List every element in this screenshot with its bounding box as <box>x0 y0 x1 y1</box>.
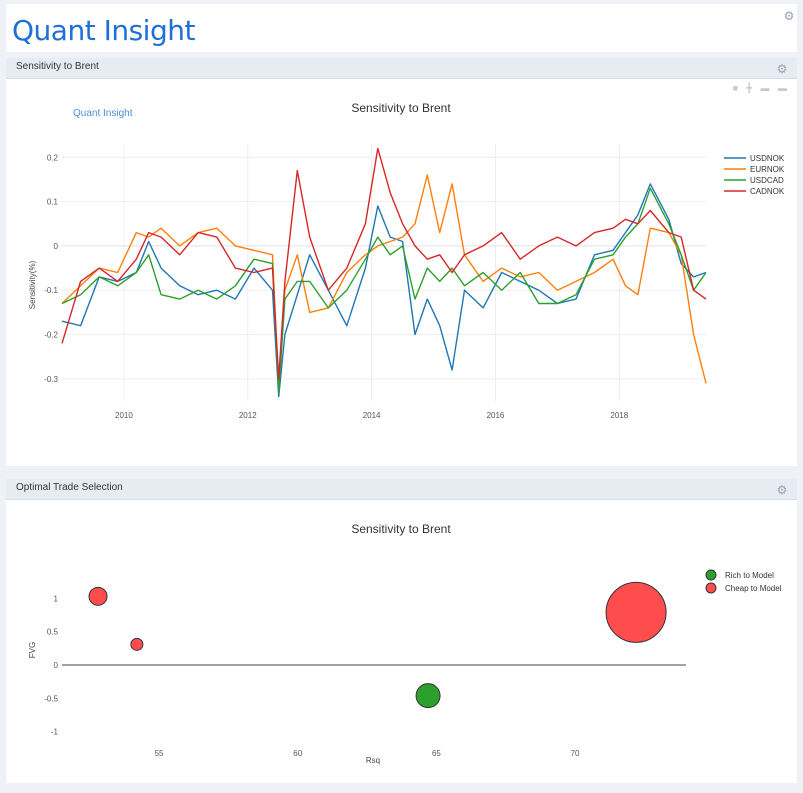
zoom-icon[interactable]: ╋ <box>747 83 752 93</box>
y-tick-label: -0.2 <box>44 331 58 340</box>
chart-title: Sensitivity to Brent <box>351 101 451 115</box>
legend-label: Rich to Model <box>725 571 774 580</box>
trade-bubble-chart: Sensitivity to Brent FVG Rsq 55 60 65 70 -1 -… <box>28 522 782 765</box>
y-axis-label: FVG <box>28 642 37 658</box>
panel-body: Sensitivity to Brent FVG Rsq 55 60 65 70 -1 -… <box>6 500 797 783</box>
chart-modebar: ■ ╋ ▬ ▬ <box>727 83 787 94</box>
bubble-cheap-to-model <box>605 581 667 643</box>
panel-body: ■ ╋ ▬ ▬ Quant Insight Sensitivity to Bre… <box>6 79 797 465</box>
camera-icon[interactable]: ■ <box>733 83 738 93</box>
y-tick-label: 0.2 <box>47 153 59 162</box>
legend-label: EURNOK <box>750 165 785 174</box>
y-axis-label: Sensitivity(%) <box>28 260 37 309</box>
y-tick-label: -0.3 <box>44 375 58 384</box>
bubble-cheap-to-model <box>130 637 144 651</box>
panel-title: Sensitivity to Brent <box>16 61 99 72</box>
x-tick-label: 2018 <box>610 411 628 420</box>
legend-label: CADNOK <box>750 187 785 196</box>
brand-logo: Quant Insight <box>12 14 195 47</box>
panel-header: Optimal Trade Selection ⚙ <box>6 479 797 500</box>
x-tick-label: 2012 <box>239 411 257 420</box>
gear-icon[interactable]: ⚙ <box>776 63 788 75</box>
y-tick-label: -0.5 <box>44 694 58 703</box>
sensitivity-line-chart: Quant Insight Sensitivity to Brent Sensi… <box>28 101 785 420</box>
chart-title: Sensitivity to Brent <box>351 522 451 536</box>
legend-swatch <box>705 582 717 594</box>
reset-icon[interactable]: ▬ <box>778 83 787 93</box>
x-tick-label: 65 <box>432 749 441 758</box>
y-tick-label: 0 <box>54 661 59 670</box>
series-line-eurnok <box>61 174 707 389</box>
chart-watermark: Quant Insight <box>73 108 133 119</box>
y-tick-label: 0.1 <box>47 198 59 207</box>
x-tick-label: 2010 <box>115 411 133 420</box>
pan-icon[interactable]: ▬ <box>760 83 769 93</box>
legend-label: Cheap to Model <box>725 584 782 593</box>
x-axis-label: Rsq <box>366 756 380 765</box>
y-tick-label: 0 <box>54 242 59 251</box>
y-tick-label: -1 <box>51 728 59 737</box>
trade-panel: Optimal Trade Selection ⚙ Sensitivity to… <box>6 479 797 783</box>
gear-icon[interactable]: ⚙ <box>776 484 788 496</box>
bubble-rich-to-model <box>415 683 441 709</box>
x-tick-label: 70 <box>571 749 580 758</box>
x-tick-label: 2014 <box>363 411 381 420</box>
x-tick-label: 55 <box>155 749 164 758</box>
legend-label: USDNOK <box>750 154 785 163</box>
legend-swatch <box>705 569 717 581</box>
x-tick-label: 2016 <box>487 411 505 420</box>
panel-title: Optimal Trade Selection <box>16 482 123 493</box>
y-tick-label: 1 <box>54 594 59 603</box>
x-tick-label: 60 <box>293 749 302 758</box>
legend-label: USDCAD <box>750 176 784 185</box>
gear-icon[interactable]: ⚙ <box>783 10 795 22</box>
app-header: Quant Insight ⚙ <box>6 4 797 52</box>
bubble-cheap-to-model <box>88 586 108 606</box>
sensitivity-panel: Sensitivity to Brent ⚙ ■ ╋ ▬ ▬ Quant Ins… <box>6 58 797 466</box>
y-tick-label: 0.5 <box>47 628 59 637</box>
panel-header: Sensitivity to Brent ⚙ <box>6 58 797 79</box>
y-tick-label: -0.1 <box>44 286 58 295</box>
